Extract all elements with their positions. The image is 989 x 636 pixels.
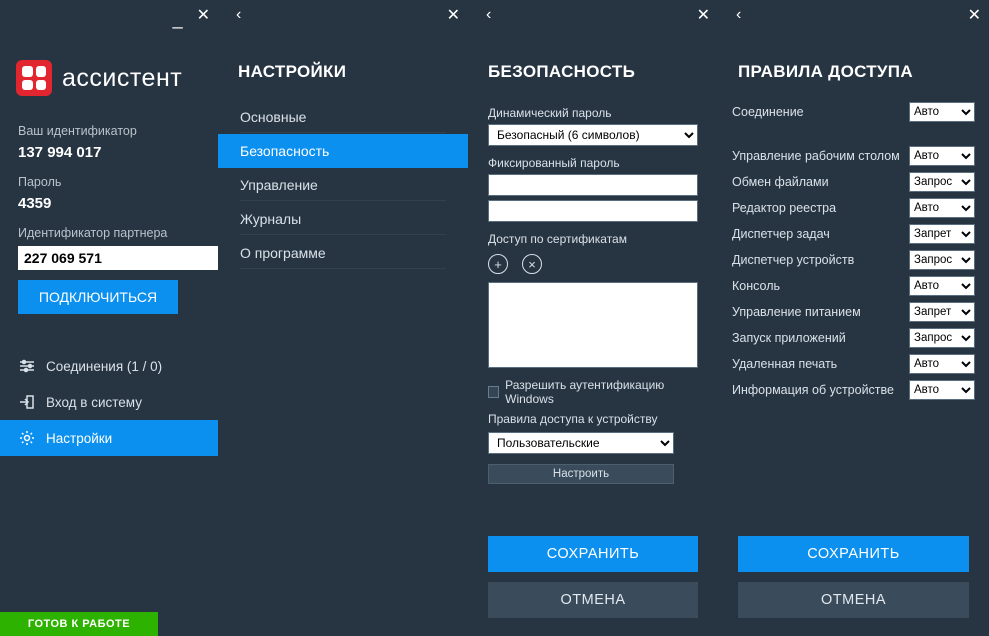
back-icon[interactable]: ‹ xyxy=(476,6,491,24)
rule-row: Диспетчер устройств Запрос xyxy=(732,248,975,272)
password-label: Пароль xyxy=(18,175,200,189)
rule-row: Диспетчер задач Запрет xyxy=(732,222,975,246)
cancel-button[interactable]: ОТМЕНА xyxy=(738,582,969,618)
cancel-button[interactable]: ОТМЕНА xyxy=(488,582,698,618)
rule-row: Управление рабочим столом Авто xyxy=(732,144,975,168)
rule-select[interactable]: Авто xyxy=(909,354,975,374)
rule-select[interactable]: Запрос xyxy=(909,172,975,192)
close-icon[interactable]: ✕ xyxy=(697,5,710,25)
device-rules-select[interactable]: Пользовательские xyxy=(488,432,674,454)
rule-row: Консоль Авто xyxy=(732,274,975,298)
close-icon[interactable]: ✕ xyxy=(197,5,210,25)
password-value: 4359 xyxy=(18,195,200,212)
close-icon[interactable]: ✕ xyxy=(968,5,981,25)
app-name: ассистент xyxy=(62,64,182,93)
rule-label: Управление рабочим столом xyxy=(732,149,900,163)
connect-button[interactable]: ПОДКЛЮЧИТЬСЯ xyxy=(18,280,178,314)
rule-row: Управление питанием Запрет xyxy=(732,300,975,324)
back-icon[interactable]: ‹ xyxy=(726,6,741,24)
rule-label: Редактор реестра xyxy=(732,201,836,215)
add-cert-icon[interactable]: + xyxy=(488,254,508,274)
rule-select[interactable]: Авто xyxy=(909,102,975,122)
settings-item-4[interactable]: О программе xyxy=(218,236,468,270)
close-icon[interactable]: ✕ xyxy=(447,5,460,25)
partner-id-input[interactable] xyxy=(18,246,226,270)
rule-select[interactable]: Авто xyxy=(909,198,975,218)
rule-label: Консоль xyxy=(732,279,780,293)
rule-select[interactable]: Запрет xyxy=(909,224,975,244)
your-id-value: 137 994 017 xyxy=(18,144,200,161)
windows-auth-label: Разрешить аутентификацию Windows xyxy=(505,378,698,406)
rule-label: Соединение xyxy=(732,105,804,119)
device-rules-label: Правила доступа к устройству xyxy=(488,412,698,426)
rule-label: Управление питанием xyxy=(732,305,861,319)
partner-id-label: Идентификатор партнера xyxy=(18,226,200,240)
rule-label: Обмен файлами xyxy=(732,175,829,189)
minimize-icon[interactable]: _ xyxy=(173,9,183,30)
sliders-icon xyxy=(18,358,36,374)
rule-row: Обмен файлами Запрос xyxy=(732,170,975,194)
fixed-password-input-1[interactable] xyxy=(488,174,698,196)
access-rules-title: ПРАВИЛА ДОСТУПА xyxy=(718,30,989,100)
security-panel: ‹ ✕ БЕЗОПАСНОСТЬ Динамический пароль Без… xyxy=(468,0,718,636)
rule-select[interactable]: Авто xyxy=(909,380,975,400)
login-icon xyxy=(18,394,36,410)
dynamic-password-label: Динамический пароль xyxy=(488,106,698,120)
cert-listbox[interactable] xyxy=(488,282,698,368)
rule-label: Информация об устройстве xyxy=(732,383,894,397)
fixed-password-label: Фиксированный пароль xyxy=(488,156,698,170)
sidebar-item-label: Настройки xyxy=(46,431,112,446)
sidebar-item-settings[interactable]: Настройки xyxy=(0,420,218,456)
sidebar-item-login[interactable]: Вход в систему xyxy=(0,384,218,420)
rule-select[interactable]: Запрос xyxy=(909,328,975,348)
save-button[interactable]: СОХРАНИТЬ xyxy=(488,536,698,572)
settings-panel: ‹ ✕ НАСТРОЙКИ ОсновныеБезопасностьУправл… xyxy=(218,0,468,636)
sidebar-item-connections[interactable]: Соединения (1 / 0) xyxy=(0,348,218,384)
rule-label: Запуск приложений xyxy=(732,331,846,345)
your-id-label: Ваш идентификатор xyxy=(18,124,200,138)
rule-row: Соединение Авто xyxy=(732,100,975,124)
sidebar-item-label: Вход в систему xyxy=(46,395,142,410)
access-rules-panel: ‹ ✕ ПРАВИЛА ДОСТУПА СоединениеАвтоУправл… xyxy=(718,0,989,636)
rule-label: Удаленная печать xyxy=(732,357,837,371)
remove-cert-icon[interactable]: × xyxy=(522,254,542,274)
rule-label: Диспетчер задач xyxy=(732,227,830,241)
rule-row: Запуск приложений Запрос xyxy=(732,326,975,350)
back-icon[interactable]: ‹ xyxy=(226,6,241,24)
rule-select[interactable]: Запрос xyxy=(909,250,975,270)
save-button[interactable]: СОХРАНИТЬ xyxy=(738,536,969,572)
gear-icon xyxy=(18,430,36,446)
rule-row: Удаленная печать Авто xyxy=(732,352,975,376)
dynamic-password-select[interactable]: Безопасный (6 символов) xyxy=(488,124,698,146)
settings-title: НАСТРОЙКИ xyxy=(218,30,468,100)
sidebar-item-label: Соединения (1 / 0) xyxy=(46,359,162,374)
security-title: БЕЗОПАСНОСТЬ xyxy=(468,30,718,100)
settings-item-1[interactable]: Безопасность xyxy=(218,134,468,168)
fixed-password-input-2[interactable] xyxy=(488,200,698,222)
rule-select[interactable]: Авто xyxy=(909,146,975,166)
settings-item-0[interactable]: Основные xyxy=(218,100,468,134)
main-panel: _ ✕ ассистент Ваш идентификатор 137 994 … xyxy=(0,0,218,636)
settings-item-2[interactable]: Управление xyxy=(218,168,468,202)
rule-select[interactable]: Запрет xyxy=(909,302,975,322)
rule-row: Редактор реестра Авто xyxy=(732,196,975,220)
configure-button[interactable]: Настроить xyxy=(488,464,674,484)
rule-label: Диспетчер устройств xyxy=(732,253,854,267)
rule-row: Информация об устройстве Авто xyxy=(732,378,975,402)
windows-auth-checkbox[interactable] xyxy=(488,386,499,398)
rule-select[interactable]: Авто xyxy=(909,276,975,296)
app-logo-icon xyxy=(16,60,52,96)
cert-access-label: Доступ по сертификатам xyxy=(488,232,698,246)
settings-item-3[interactable]: Журналы xyxy=(218,202,468,236)
status-badge: ГОТОВ К РАБОТЕ xyxy=(0,612,158,636)
